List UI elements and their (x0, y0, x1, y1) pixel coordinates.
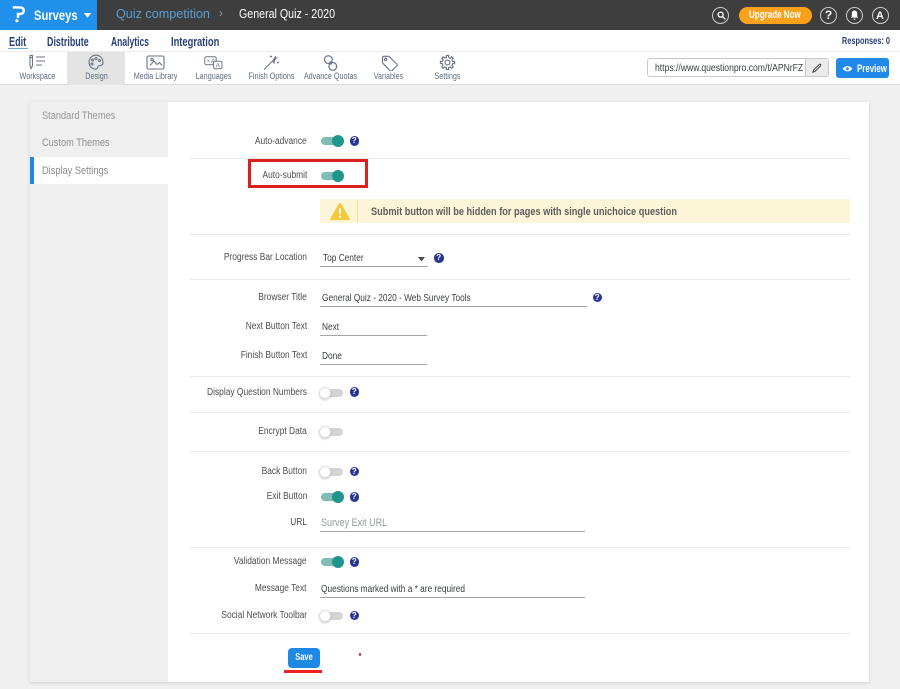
svg-text:A: A (216, 62, 221, 69)
